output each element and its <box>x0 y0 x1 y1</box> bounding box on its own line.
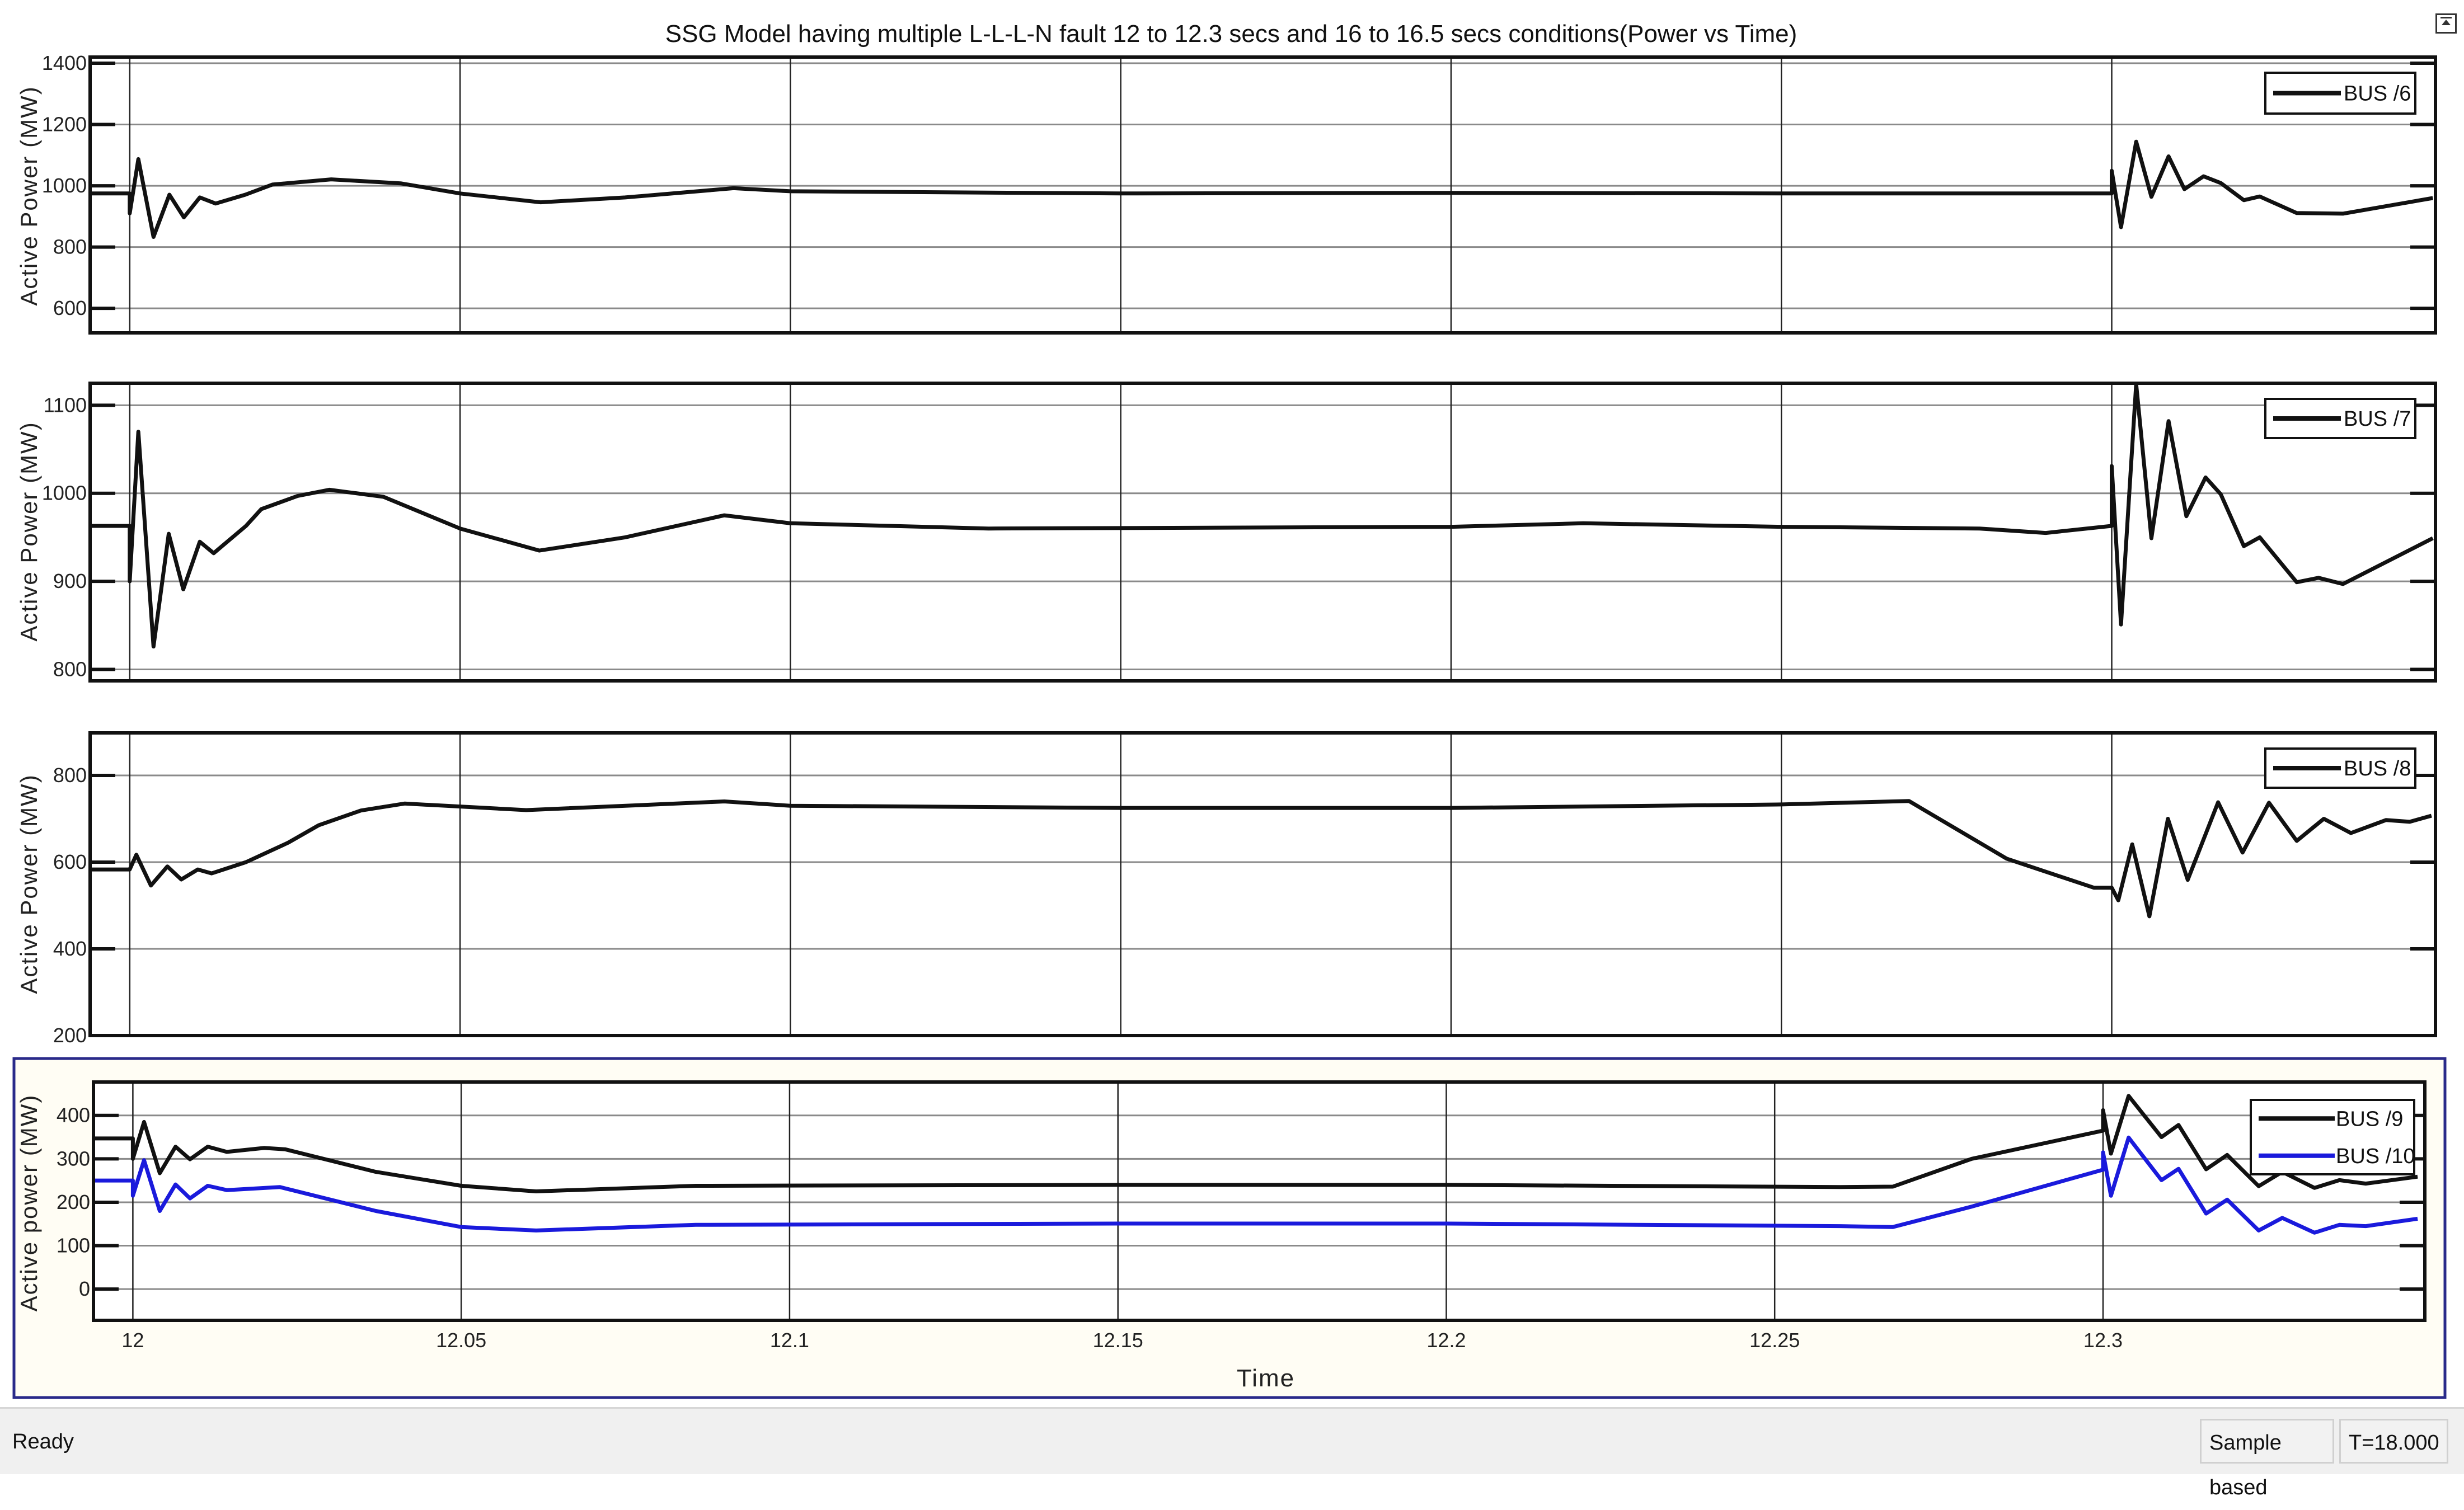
y-tick-label: 200 <box>53 1024 87 1047</box>
plot-panel-2[interactable]: 800 900 1000 1100Active Power (MW) BUS /7 <box>16 382 2437 683</box>
y-tick-label: 1100 <box>44 393 87 416</box>
x-tick-label: 12.25 <box>1749 1329 1800 1352</box>
y-tick-label: 1400 <box>42 51 87 74</box>
plot-area <box>93 1082 2425 1320</box>
y-tick-label: 1000 <box>42 482 87 505</box>
y-tick-label: 400 <box>53 937 87 960</box>
plot-panel-4[interactable]: 0 100 200 300 400 12 12.05 12.1 12.15 12.2 12.25 12… <box>16 1080 2427 1352</box>
plot-area <box>90 383 2435 681</box>
legend[interactable]: BUS /9 BUS /10 <box>2250 1099 2415 1175</box>
scope-figure: SSG Model having multiple L-L-L-N fault … <box>12 20 2447 1399</box>
sample-mode-indicator: Sample based <box>2200 1419 2334 1499</box>
x-tick-label: 12.05 <box>436 1329 486 1352</box>
y-axis-label: Active power (MW) <box>16 1094 42 1312</box>
figure-title: SSG Model having multiple L-L-L-N fault … <box>665 20 1797 48</box>
x-tick-label: 12.3 <box>2083 1329 2123 1352</box>
legend-label: BUS /8 <box>2344 757 2411 780</box>
y-tick-label: 800 <box>53 236 87 258</box>
y-tick-label: 800 <box>53 764 87 787</box>
y-tick-label: 600 <box>53 850 87 873</box>
x-axis-label: Time <box>1237 1365 1295 1392</box>
status-bar: Ready Sample based T=18.000 <box>0 1407 2464 1499</box>
y-tick-label: 0 <box>79 1277 90 1300</box>
restore-axes-icon[interactable] <box>2435 13 2457 34</box>
x-tick-label: 12 <box>121 1329 144 1352</box>
y-tick-label: 600 <box>53 297 87 319</box>
simulation-time-readout: T=18.000 <box>2339 1419 2448 1464</box>
plot-panel-1[interactable]: 600 800 1000 1200 1400Active Power (MW) BUS /… <box>16 51 2437 335</box>
x-tick-label: 12.2 <box>1426 1329 1466 1352</box>
legend[interactable]: BUS /6 <box>2264 72 2416 115</box>
legend-label: BUS /6 <box>2344 82 2411 106</box>
y-tick-label: 200 <box>57 1191 90 1213</box>
y-tick-label: 400 <box>57 1104 90 1127</box>
y-tick-label: 900 <box>53 570 87 592</box>
y-tick-label: 1200 <box>42 113 87 136</box>
legend[interactable]: BUS /8 <box>2264 747 2416 789</box>
y-tick-label: 100 <box>57 1234 90 1257</box>
legend-label: BUS /9 <box>2336 1107 2403 1131</box>
y-axis-label: Active Power (MW) <box>16 421 42 641</box>
y-tick-label: 300 <box>57 1147 90 1170</box>
x-tick-label: 12.15 <box>1093 1329 1143 1352</box>
legend[interactable]: BUS /7 <box>2264 398 2416 439</box>
plot-panel-3[interactable]: 200 400 600 800 Active Power (MW) BUS /8 <box>16 731 2437 1047</box>
x-tick-label: 12.1 <box>770 1329 809 1352</box>
y-tick-label: 800 <box>53 658 87 681</box>
legend-label: BUS /7 <box>2344 407 2411 431</box>
y-axis-label: Active Power (MW) <box>16 774 42 994</box>
y-tick-label: 1000 <box>42 174 87 197</box>
status-text: Ready <box>12 1430 74 1453</box>
legend-label: BUS /10 <box>2336 1145 2415 1168</box>
y-axis-label: Active Power (MW) <box>16 86 42 305</box>
